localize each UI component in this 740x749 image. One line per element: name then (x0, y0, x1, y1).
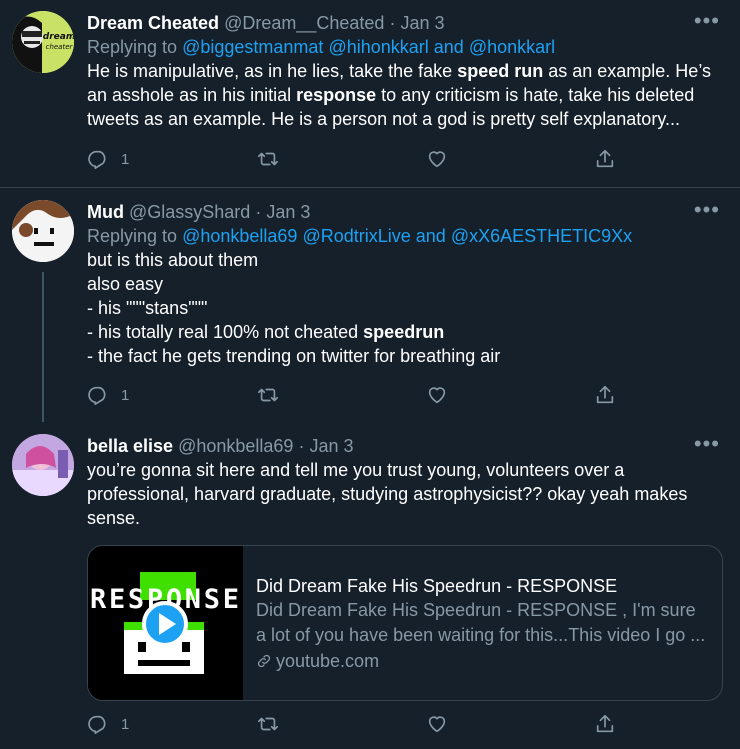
highlight-term: response (296, 85, 377, 105)
retweet-button[interactable] (257, 384, 279, 406)
tweet-text: He is manipulative, as in he lies, take … (87, 59, 722, 131)
text-line: - his """stans""" (87, 298, 208, 318)
retweet-icon (258, 388, 278, 402)
replying-prefix: Replying to (87, 226, 178, 246)
tweet-1[interactable]: dream cheater Dream Cheated @Dream__Chea… (0, 0, 740, 187)
highlight-term: speed run (457, 61, 544, 81)
text-line: - the fact he gets trending on twitter f… (87, 346, 501, 366)
card-domain: youtube.com (256, 648, 708, 674)
retweet-icon (258, 717, 278, 731)
replying-to: Replying to @biggestmanmat @hihonkkarl a… (87, 35, 722, 59)
play-icon[interactable] (142, 601, 188, 647)
handle[interactable]: @honkbella69 (178, 436, 293, 456)
reply-icon (88, 715, 106, 734)
timestamp[interactable]: Jan 3 (266, 202, 310, 222)
link-card[interactable]: RESPONSE Did Dream Fake His Speedrun - R… (87, 545, 723, 701)
replying-and[interactable]: and (434, 37, 464, 57)
tweet-header: Mud @GlassyShard · Jan 3 (87, 200, 722, 224)
mention-link[interactable]: @honkbella69 (182, 226, 297, 246)
svg-text:dream: dream (43, 32, 74, 42)
display-name[interactable]: Dream Cheated (87, 13, 219, 33)
retweet-button[interactable] (257, 713, 279, 735)
separator-dot: · (298, 436, 305, 456)
text-run: - his totally real 100% not cheated (87, 322, 364, 342)
heart-icon (428, 151, 446, 168)
reply-icon (88, 150, 106, 169)
text-line: - his totally real 100% not cheated spee… (87, 320, 722, 344)
avatar[interactable]: dream cheater (12, 11, 74, 73)
thread-line (42, 272, 44, 422)
reply-count: 1 (121, 150, 130, 168)
display-name[interactable]: Mud (87, 202, 124, 222)
reply-button[interactable]: 1 (87, 148, 129, 170)
share-icon (596, 149, 614, 168)
tweet-text: but is this about them also easy - his "… (87, 248, 722, 368)
like-button[interactable] (426, 713, 448, 735)
svg-text:cheater: cheater (46, 43, 74, 51)
card-description: Did Dream Fake His Speedrun - RESPONSE ,… (256, 600, 706, 645)
heart-icon (428, 716, 446, 733)
replying-and[interactable]: and (416, 226, 446, 246)
share-icon (596, 385, 614, 404)
replying-prefix: Replying to (87, 37, 178, 57)
share-button[interactable] (594, 148, 616, 170)
separator-dot: · (255, 202, 262, 222)
mention-link[interactable]: @xX6AESTHETIC9Xx (451, 226, 632, 246)
heart-icon (428, 387, 446, 404)
action-bar: 1 (87, 713, 627, 741)
reply-button[interactable]: 1 (87, 384, 129, 406)
action-bar: 1 (87, 384, 627, 412)
tweet-header: Dream Cheated @Dream__Cheated · Jan 3 (87, 11, 722, 35)
card-thumbnail[interactable]: RESPONSE (88, 546, 243, 700)
avatar[interactable] (12, 200, 74, 262)
replying-to: Replying to @honkbella69 @RodtrixLive an… (87, 224, 722, 248)
retweet-icon (258, 152, 278, 166)
retweet-button[interactable] (257, 148, 279, 170)
timestamp[interactable]: Jan 3 (400, 13, 444, 33)
mention-link[interactable]: @honkkarl (469, 37, 555, 57)
more-icon[interactable]: ••• (694, 10, 720, 32)
reply-count: 1 (121, 715, 130, 733)
card-domain-text: youtube.com (276, 651, 380, 671)
card-text: Did Dream Fake His Speedrun - RESPONSE D… (256, 574, 708, 674)
share-button[interactable] (594, 713, 616, 735)
display-name[interactable]: bella elise (87, 436, 173, 456)
tweet-2[interactable]: Mud @GlassyShard · Jan 3 Replying to @ho… (0, 188, 740, 422)
share-icon (596, 714, 614, 733)
mention-link[interactable]: @RodtrixLive (302, 226, 410, 246)
more-icon[interactable]: ••• (694, 199, 720, 221)
reply-button[interactable]: 1 (87, 713, 129, 735)
mention-link[interactable]: @hihonkkarl (328, 37, 428, 57)
card-title: Did Dream Fake His Speedrun - RESPONSE (256, 576, 618, 596)
text-line: but is this about them (87, 250, 259, 270)
highlight-term: speedrun (363, 322, 445, 342)
handle[interactable]: @GlassyShard (129, 202, 250, 222)
avatar[interactable] (12, 434, 74, 496)
like-button[interactable] (426, 148, 448, 170)
reply-count: 1 (121, 386, 130, 404)
link-icon (257, 654, 271, 668)
separator-dot: · (389, 13, 396, 33)
text-line: also easy (87, 274, 164, 294)
handle[interactable]: @Dream__Cheated (224, 13, 384, 33)
tweet-text: you’re gonna sit here and tell me you tr… (87, 460, 688, 528)
reply-icon (88, 386, 106, 405)
tweet-header: bella elise @honkbella69 · Jan 3 (87, 434, 722, 458)
share-button[interactable] (594, 384, 616, 406)
action-bar: 1 (87, 148, 627, 176)
mention-link[interactable]: @biggestmanmat (182, 37, 323, 57)
text-run: He is manipulative, as in he lies, take … (87, 61, 458, 81)
like-button[interactable] (426, 384, 448, 406)
more-icon[interactable]: ••• (694, 433, 720, 455)
timestamp[interactable]: Jan 3 (309, 436, 353, 456)
